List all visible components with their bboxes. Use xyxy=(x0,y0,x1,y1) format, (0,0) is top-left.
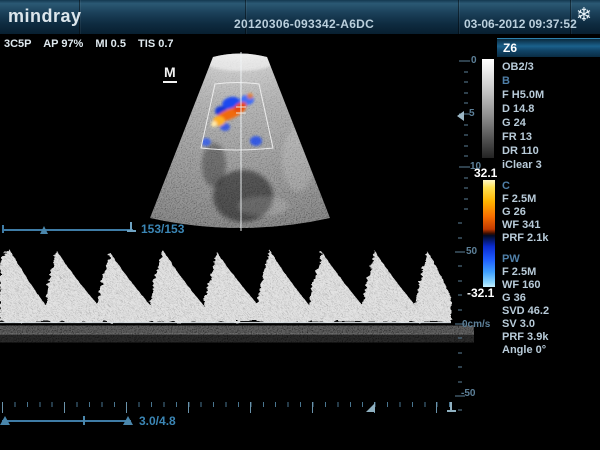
freeze-snowflake-icon: ❄ xyxy=(576,4,592,27)
velocity-ruler xyxy=(455,223,465,410)
depth-label-10: 10 xyxy=(470,161,481,172)
exam-id: 20120306-093342-A6DC xyxy=(234,17,374,31)
c-param: F 2.5M xyxy=(502,193,598,206)
c-section-header: C xyxy=(502,180,598,193)
spectral-doppler-trace xyxy=(0,245,452,342)
depth-label-5: 5 xyxy=(469,108,475,119)
ultrasound-screen: mindray 20120306-093342-A6DC 03-06-2012 … xyxy=(0,0,600,450)
focus-position-marker[interactable] xyxy=(457,111,464,121)
mindray-logo: mindray xyxy=(8,6,82,27)
title-bar: mindray 20120306-093342-A6DC 03-06-2012 … xyxy=(0,0,600,35)
orientation-marker: M xyxy=(163,64,177,83)
color-doppler-scale-bar xyxy=(483,180,495,287)
pw-param: Angle 0° xyxy=(502,344,598,357)
preset-label: OB2/3 xyxy=(502,60,598,74)
velocity-label-pos: 50 xyxy=(466,246,477,257)
velocity-label-zero: 0cm/s xyxy=(462,319,490,330)
pw-param: SV 3.0 xyxy=(502,318,598,331)
b-section-header: B xyxy=(502,74,598,88)
b-param: D 14.8 xyxy=(502,102,598,116)
velocity-label-neg: -50 xyxy=(461,388,475,399)
sweep-time-selector[interactable] xyxy=(0,416,133,425)
depth-label-0: 0 xyxy=(471,55,477,66)
pw-param: WF 160 xyxy=(502,279,598,292)
b-param: G 24 xyxy=(502,116,598,130)
sweep-position-marker xyxy=(366,403,375,412)
zoom-level-bar[interactable]: Z6 xyxy=(497,38,600,57)
probe-model: 3C5P xyxy=(4,38,32,50)
time-ruler xyxy=(2,402,454,413)
c-param: WF 341 xyxy=(502,219,598,232)
probe-status-bar: 3C5P AP 97% MI 0.5 TIS 0.7 xyxy=(4,38,183,50)
sweep-time-value: 3.0/4.8 xyxy=(139,414,176,428)
pw-param: F 2.5M xyxy=(502,266,598,279)
color-scale-min: -32.1 xyxy=(467,286,494,300)
depth-ruler xyxy=(459,61,470,209)
b-param: FR 13 xyxy=(502,130,598,144)
c-param: G 26 xyxy=(502,206,598,219)
pw-section-header: PW xyxy=(502,253,598,266)
pw-param: PRF 3.9k xyxy=(502,331,598,344)
c-param: PRF 2.1k xyxy=(502,232,598,245)
acoustic-power: AP 97% xyxy=(43,38,83,50)
grayscale-bar xyxy=(482,59,494,158)
b-param: DR 110 xyxy=(502,144,598,158)
cine-frame-counter: 153/153 xyxy=(141,222,184,236)
pw-param: SVD 46.2 xyxy=(502,305,598,318)
cine-progress-bar[interactable] xyxy=(2,222,136,234)
datetime: 03-06-2012 09:37:52 xyxy=(464,17,577,31)
parameter-sidebar: OB2/3 B F H5.0M D 14.8 G 24 FR 13 DR 110… xyxy=(502,60,598,357)
b-param: F H5.0M xyxy=(502,88,598,102)
mechanical-index: MI 0.5 xyxy=(95,38,126,50)
b-param: iClear 3 xyxy=(502,158,598,172)
thermal-index: TIS 0.7 xyxy=(138,38,173,50)
pw-param: G 36 xyxy=(502,292,598,305)
